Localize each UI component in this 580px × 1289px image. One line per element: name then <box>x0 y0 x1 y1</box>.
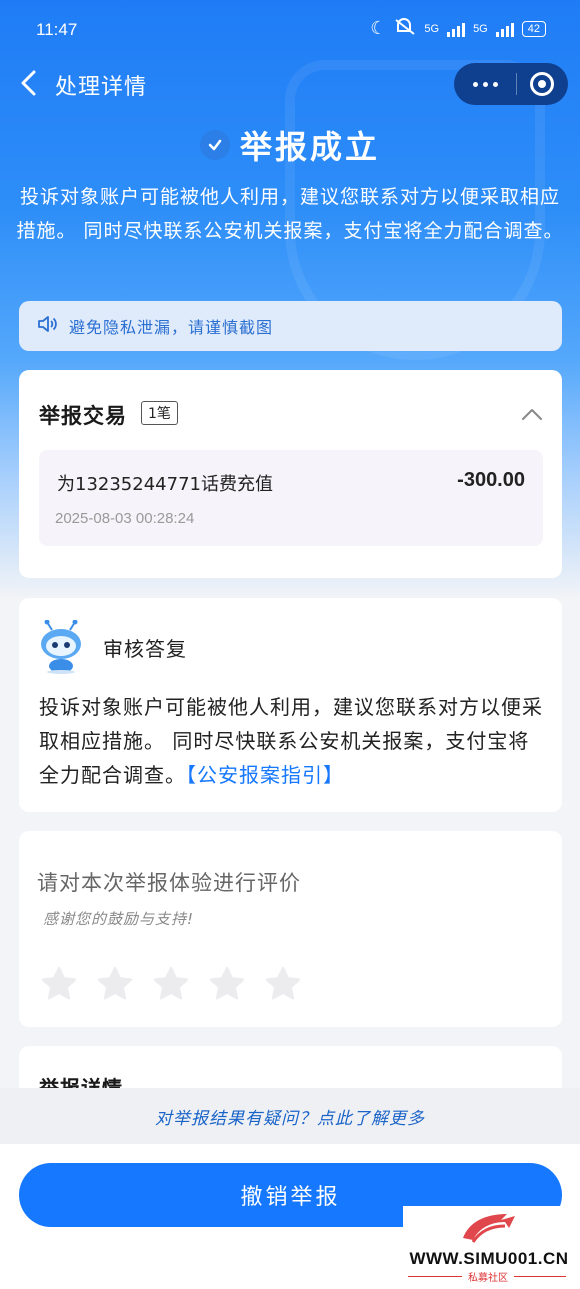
transaction-count-badge: 1笔 <box>141 401 178 425</box>
robot-avatar-icon <box>35 619 87 674</box>
more-icon[interactable] <box>454 81 516 87</box>
report-status: 举报成立 <box>0 122 580 168</box>
star-icon[interactable] <box>207 964 247 1004</box>
speaker-icon <box>37 314 59 338</box>
transaction-name: 为13235244771话费充值 <box>57 474 273 495</box>
review-reply-card: 审核答复 投诉对象账户可能被他人利用，建议您联系对方以便采取相应措施。 同时尽快… <box>19 598 562 812</box>
watermark-site: WWW.SIMU001.CN <box>409 1249 569 1268</box>
transaction-item[interactable]: 为13235244771话费充值 -300.00 2025-08-03 00:2… <box>39 450 543 546</box>
star-icon[interactable] <box>151 964 191 1004</box>
star-rating <box>39 964 303 1004</box>
signal-icon-2 <box>495 21 514 37</box>
watermark-logo-icon <box>455 1208 521 1248</box>
star-icon[interactable] <box>263 964 303 1004</box>
network-5g-label-2: 5G <box>473 22 488 35</box>
rating-card: 请对本次举报体验进行评价 感谢您的鼓励与支持! <box>19 831 562 1027</box>
battery-icon: 42 <box>521 20 546 37</box>
watermark-community: 私募社区 <box>462 1269 514 1284</box>
signal-icon <box>447 21 466 37</box>
learn-more-link[interactable]: 对举报结果有疑问？点此了解更多 <box>155 1104 425 1129</box>
miniapp-capsule <box>454 63 568 105</box>
status-description: 投诉对象账户可能被他人利用，建议您联系对方以便采取相应措施。 同时尽快联系公安机… <box>16 186 564 242</box>
status-title: 举报成立 <box>239 128 380 166</box>
privacy-notice: 避免隐私泄漏，请谨慎截图 <box>19 301 562 351</box>
status-time: 11:47 <box>36 20 78 39</box>
transaction-card-title: 举报交易 <box>39 404 127 428</box>
nav-bar: 处理详情 <box>0 58 580 110</box>
question-bar: 对举报结果有疑问？点此了解更多 <box>0 1088 580 1144</box>
close-miniapp-icon[interactable] <box>517 72 567 96</box>
police-report-guide-link[interactable]: 【公安报案指引】 <box>186 763 344 787</box>
review-body: 投诉对象账户可能被他人利用，建议您联系对方以便采取相应措施。 同时尽快联系公安机… <box>39 690 549 792</box>
review-title: 审核答复 <box>103 637 187 661</box>
status-bar: 11:47 ☾ 5G 5G 42 <box>0 0 580 62</box>
page-title: 处理详情 <box>55 75 148 100</box>
transaction-time: 2025-08-03 00:28:24 <box>55 510 195 527</box>
transaction-amount: -300.00 <box>457 469 525 491</box>
status-icons: ☾ 5G 5G 42 <box>370 18 546 39</box>
report-transaction-card: 举报交易 1笔 为13235244771话费充值 -300.00 2025-08… <box>19 370 562 578</box>
chevron-up-icon[interactable] <box>521 406 543 425</box>
star-icon[interactable] <box>39 964 79 1004</box>
network-5g-label: 5G <box>424 22 440 35</box>
check-circle-icon <box>199 130 230 160</box>
rating-title: 请对本次举报体验进行评价 <box>37 871 301 895</box>
rating-subtitle: 感谢您的鼓励与支持! <box>43 910 195 928</box>
mute-icon <box>394 18 416 39</box>
star-icon[interactable] <box>95 964 135 1004</box>
notice-text: 避免隐私泄漏，请谨慎截图 <box>69 318 274 337</box>
back-arrow-icon[interactable] <box>18 70 42 96</box>
moon-icon: ☾ <box>370 18 387 38</box>
